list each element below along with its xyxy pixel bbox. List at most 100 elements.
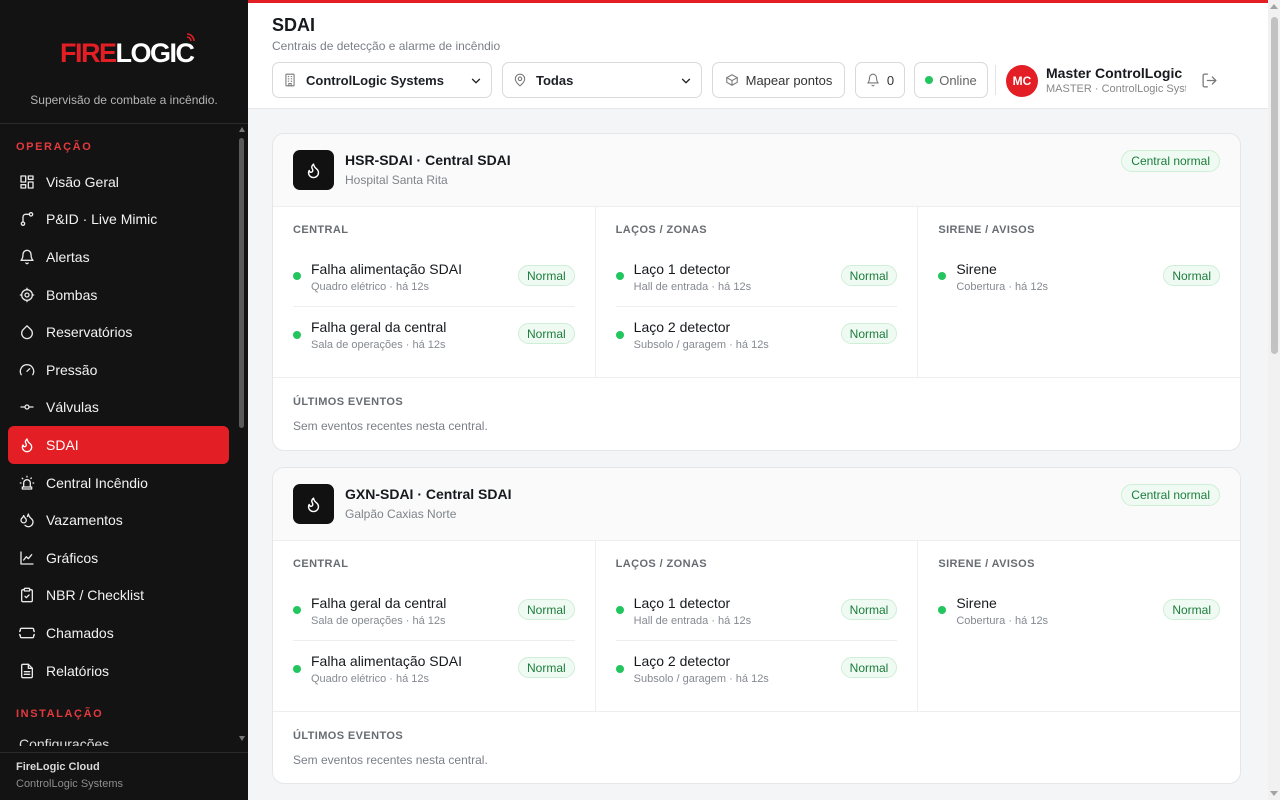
point-location: Hall de entrada · há 12s (633, 281, 752, 293)
sidebar-scroll-down[interactable] (239, 736, 245, 741)
flame-icon (307, 496, 320, 512)
status-badge: Normal (840, 657, 898, 678)
firelogic-logo[interactable]: FIRELOGIC (60, 33, 195, 68)
central-columns: CENTRAL Falha geral da central Sala de o… (273, 541, 1240, 712)
sidebar-item-pid-live-mimic[interactable]: P&ID · Live Mimic (8, 201, 229, 239)
sidebar-item-vazamentos[interactable]: Vazamentos (8, 501, 229, 539)
page-scrollbar[interactable] (1268, 0, 1280, 800)
brand-area: FIRELOGIC Supervisão de combate a incênd… (0, 0, 248, 124)
drop-icon (19, 324, 35, 340)
column-title: LAÇOS / ZONAS (615, 558, 708, 570)
box-icon (725, 74, 738, 86)
status-badge: Normal (840, 599, 898, 620)
sidebar-scroll-up[interactable] (239, 127, 245, 132)
sidebar-item-label: Vazamentos (46, 512, 123, 529)
page-header: SDAI Centrais de detecção e alarme de in… (248, 3, 1268, 109)
sidebar-item-bombas[interactable]: Bombas (8, 276, 229, 314)
company-select[interactable]: ControlLogic Systems (272, 62, 492, 98)
point-row[interactable]: Laço 2 detector Subsolo / garagem · há 1… (615, 640, 898, 698)
map-points-button[interactable]: Mapear pontos (712, 62, 845, 98)
point-name: Laço 2 detector (633, 319, 731, 335)
point-location: Hall de entrada · há 12s (633, 615, 752, 627)
notifications-button[interactable]: 0 (855, 62, 905, 98)
chart-line-icon (19, 550, 35, 566)
sidebar-scrollbar[interactable] (239, 138, 244, 428)
central-card-header: HSR-SDAI · Central SDAI Hospital Santa R… (273, 134, 1240, 207)
sidebar-item-chamados[interactable]: Chamados (8, 614, 229, 652)
status-dot (938, 272, 947, 280)
events-title: ÚLTIMOS EVENTOS (293, 730, 404, 742)
nav-section-instalacao: INSTALAÇÃO (16, 708, 104, 720)
brand-tagline: Supervisão de combate a incêndio. (30, 93, 218, 107)
sidebar-item-reservatorios[interactable]: Reservatórios (8, 313, 229, 351)
sidebar-item-alertas[interactable]: Alertas (8, 238, 229, 276)
events-empty-text: Sem eventos recentes nesta central. (293, 753, 488, 767)
sidebar-item-configuracoes[interactable]: Configurações (19, 736, 159, 746)
status-dot (293, 665, 301, 673)
column-title: CENTRAL (293, 558, 349, 570)
sidebar-item-label: Visão Geral (46, 173, 119, 190)
logout-icon[interactable] (1201, 72, 1218, 89)
connection-status: Online (914, 62, 988, 98)
point-location: Subsolo / garagem · há 12s (633, 339, 769, 351)
sidebar-item-graficos[interactable]: Gráficos (8, 539, 229, 577)
page-scroll-down[interactable] (1270, 791, 1278, 796)
point-row[interactable]: Falha geral da central Sala de operações… (293, 306, 575, 364)
page-scroll-up[interactable] (1270, 4, 1278, 9)
central-card-header: GXN-SDAI · Central SDAI Galpão Caxias No… (273, 468, 1240, 541)
status-dot (293, 606, 301, 614)
status-badge: Central normal (1121, 150, 1220, 172)
column-lacos-zonas: LAÇOS / ZONAS Laço 1 detector Hall de en… (596, 207, 919, 377)
point-row[interactable]: Sirene Cobertura · há 12s Normal (938, 582, 1221, 640)
flame-icon (19, 437, 35, 453)
point-row[interactable]: Sirene Cobertura · há 12s Normal (938, 248, 1221, 306)
gauge-icon (19, 362, 35, 378)
point-location: Cobertura · há 12s (956, 615, 1049, 627)
sidebar-item-central-incendio[interactable]: Central Incêndio (8, 464, 229, 502)
file-icon (19, 663, 35, 679)
status-badge: Normal (518, 323, 575, 344)
point-name: Laço 2 detector (633, 653, 731, 669)
column-title: SIRENE / AVISOS (938, 558, 1035, 570)
sidebar-item-nbr-checklist[interactable]: NBR / Checklist (8, 577, 229, 615)
point-row[interactable]: Laço 1 detector Hall de entrada · há 12s… (615, 248, 898, 306)
bell-icon (867, 73, 879, 87)
sidebar-item-sdai[interactable]: SDAI (8, 426, 229, 464)
sidebar-item-visao-geral[interactable]: Visão Geral (8, 163, 229, 201)
nav-list: Visão Geral P&ID · Live Mimic Alertas Bo… (8, 163, 229, 689)
point-location: Quadro elétrico · há 12s (311, 673, 430, 685)
central-card: HSR-SDAI · Central SDAI Hospital Santa R… (272, 133, 1241, 451)
status-dot (615, 331, 624, 339)
flame-icon (307, 162, 320, 178)
user-role: MASTER · ControlLogic Systems (1046, 83, 1186, 95)
point-name: Laço 1 detector (633, 595, 731, 611)
region-select[interactable]: Todas (502, 62, 702, 98)
sidebar-item-relatorios[interactable]: Relatórios (8, 652, 229, 690)
sidebar-item-label: Pressão (46, 361, 98, 378)
column-sirene-avisos: SIRENE / AVISOS Sirene Cobertura · há 12… (918, 207, 1240, 377)
point-row[interactable]: Falha alimentação SDAI Quadro elétrico ·… (293, 248, 575, 306)
sidebar-item-label: Alertas (46, 248, 90, 265)
sidebar-item-label: NBR / Checklist (46, 587, 145, 604)
point-row[interactable]: Falha alimentação SDAI Quadro elétrico ·… (293, 640, 575, 698)
central-flame-badge (293, 150, 334, 190)
sidebar-item-valvulas[interactable]: Válvulas (8, 389, 229, 427)
point-row[interactable]: Laço 2 detector Subsolo / garagem · há 1… (615, 306, 898, 364)
point-name: Laço 1 detector (633, 261, 731, 277)
signal-icon (186, 33, 195, 42)
point-location: Sala de operações · há 12s (311, 615, 446, 627)
events-empty-text: Sem eventos recentes nesta central. (293, 419, 488, 433)
point-row[interactable]: Falha geral da central Sala de operações… (293, 582, 575, 640)
column-central: CENTRAL Falha alimentação SDAI Quadro el… (273, 207, 596, 377)
valve-icon (19, 399, 35, 415)
page-scroll-thumb[interactable] (1271, 17, 1278, 354)
nav-section-operacao: OPERAÇÃO (16, 141, 93, 153)
central-columns: CENTRAL Falha alimentação SDAI Quadro el… (273, 207, 1240, 378)
avatar[interactable]: MC (1006, 65, 1038, 97)
point-location: Sala de operações · há 12s (311, 339, 446, 351)
point-row[interactable]: Laço 1 detector Hall de entrada · há 12s… (615, 582, 898, 640)
point-location: Cobertura · há 12s (956, 281, 1049, 293)
events-title: ÚLTIMOS EVENTOS (293, 396, 404, 408)
droplets-icon (19, 512, 35, 528)
sidebar-item-pressao[interactable]: Pressão (8, 351, 229, 389)
